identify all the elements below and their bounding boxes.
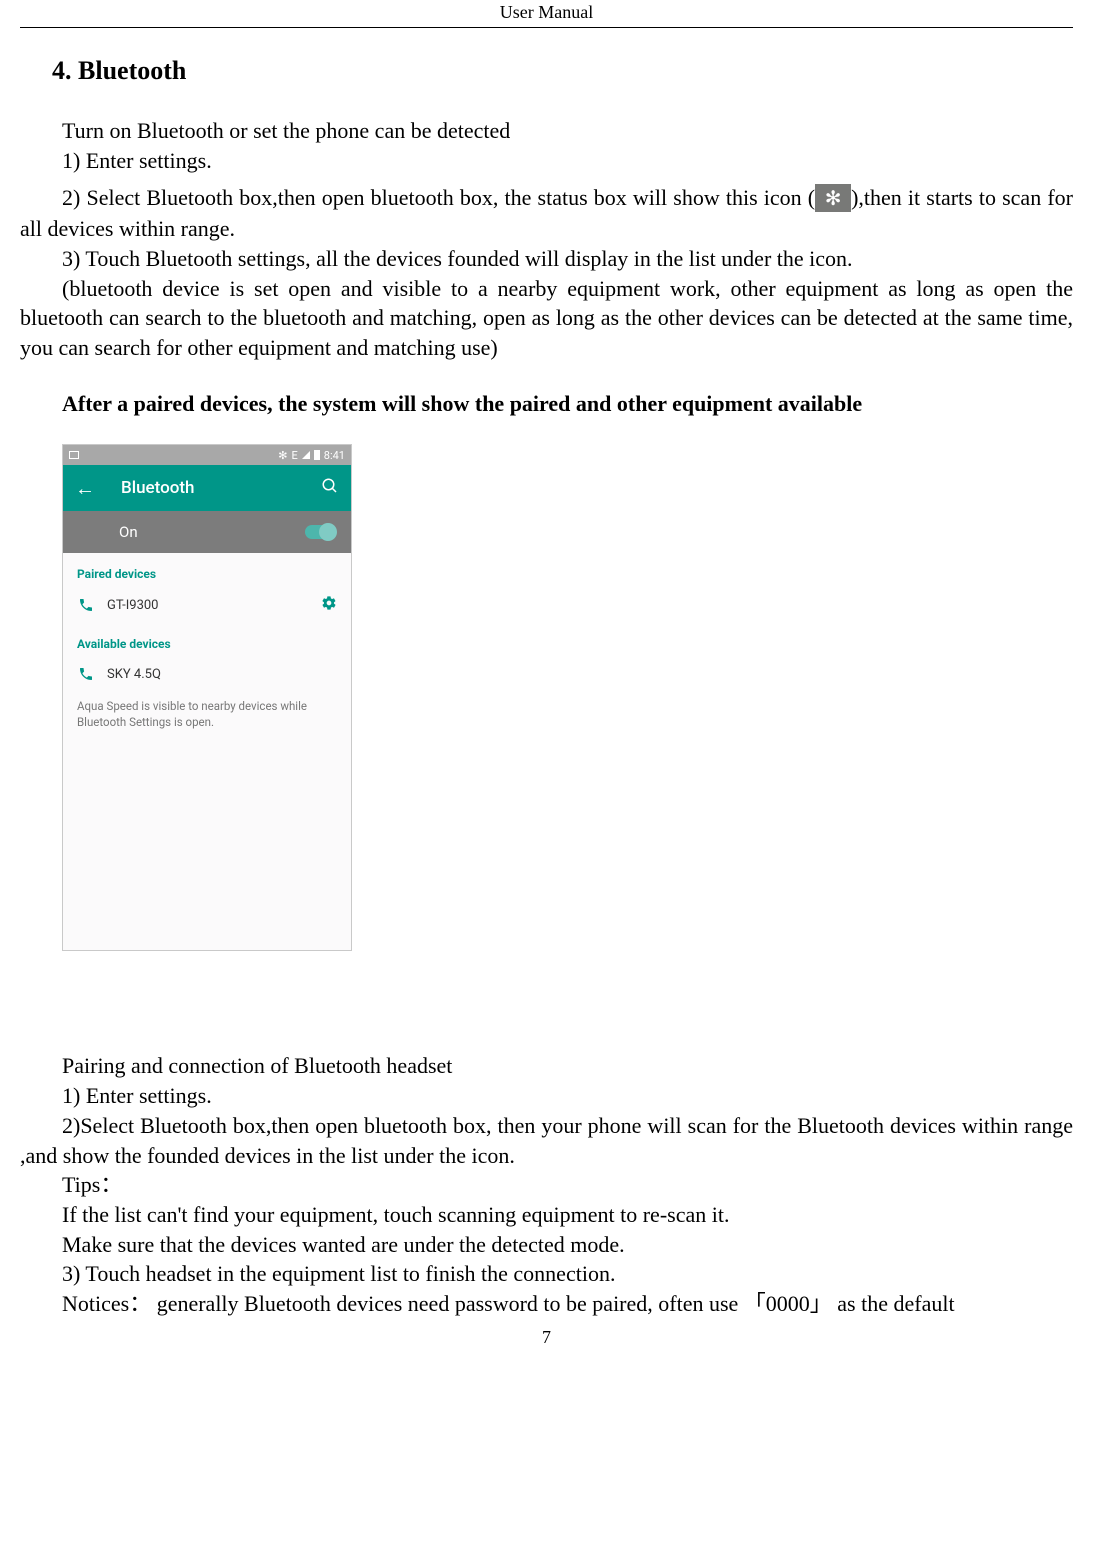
para-turn-on: Turn on Bluetooth or set the phone can b… — [20, 116, 1073, 146]
step-1: 1) Enter settings. — [20, 146, 1073, 176]
p2-l7: 3) Touch headset in the equipment list t… — [20, 1259, 1073, 1289]
p2-l6: Make sure that the devices wanted are un… — [20, 1230, 1073, 1260]
paired-devices-label: Paired devices — [63, 553, 351, 587]
back-arrow-icon[interactable]: ← — [75, 476, 95, 501]
step-3: 3) Touch Bluetooth settings, all the dev… — [20, 244, 1073, 274]
available-devices-label: Available devices — [63, 623, 351, 657]
search-icon[interactable] — [321, 477, 339, 500]
bluetooth-toggle-row[interactable]: On — [63, 511, 351, 553]
p2-l3-text: 2)Select Bluetooth box,then open bluetoo… — [20, 1113, 1073, 1168]
status-bar: ✻ E 8:41 — [63, 445, 351, 465]
network-type: E — [292, 449, 298, 462]
p2-l2: 1) Enter settings. — [20, 1081, 1073, 1111]
page-number: 7 — [0, 1327, 1093, 1348]
bt-note: (bluetooth device is set open and visibl… — [20, 274, 1073, 363]
status-time: 8:41 — [324, 449, 345, 462]
phone-icon — [77, 596, 95, 614]
gear-icon[interactable] — [321, 595, 337, 615]
paired-device-name: GT-I9300 — [107, 598, 309, 613]
step-2: 2) Select Bluetooth box,then open blueto… — [20, 183, 1073, 244]
p2-l5: If the list can't find your equipment, t… — [20, 1200, 1073, 1230]
phone-icon — [77, 665, 95, 683]
page-content: 4. Bluetooth Turn on Bluetooth or set th… — [0, 28, 1093, 1319]
app-bar-title: Bluetooth — [121, 478, 295, 498]
signal-icon — [302, 451, 310, 459]
available-device-name: SKY 4.5Q — [107, 667, 337, 682]
bt-note-text: (bluetooth device is set open and visibl… — [20, 276, 1073, 360]
battery-icon — [314, 450, 320, 460]
bluetooth-status-icon: ✻ — [815, 184, 851, 212]
p2-l1: Pairing and connection of Bluetooth head… — [20, 1051, 1073, 1081]
bluetooth-icon: ✻ — [278, 449, 287, 462]
app-bar: ← Bluetooth — [63, 465, 351, 511]
step-2-text-a: 2) Select Bluetooth box,then open blueto… — [62, 185, 815, 210]
paired-heading: After a paired devices, the system will … — [20, 389, 1073, 419]
toggle-label: On — [119, 523, 138, 541]
paired-device-row[interactable]: GT-I9300 — [63, 587, 351, 623]
p2-l3: 2)Select Bluetooth box,then open bluetoo… — [20, 1111, 1073, 1170]
p2-l8: Notices： generally Bluetooth devices nee… — [20, 1289, 1073, 1319]
phone-screenshot: ✻ E 8:41 ← Bluetooth On Paired devices G… — [62, 444, 352, 951]
p2-l4: Tips： — [20, 1170, 1073, 1200]
doc-header-title: User Manual — [20, 0, 1073, 28]
visibility-note: Aqua Speed is visible to nearby devices … — [63, 691, 351, 738]
toggle-switch[interactable] — [305, 525, 335, 539]
p2-l8-text: Notices： generally Bluetooth devices nee… — [62, 1291, 955, 1316]
available-device-row[interactable]: SKY 4.5Q — [63, 657, 351, 691]
picture-icon — [69, 451, 79, 459]
section-heading: 4. Bluetooth — [52, 56, 1073, 86]
